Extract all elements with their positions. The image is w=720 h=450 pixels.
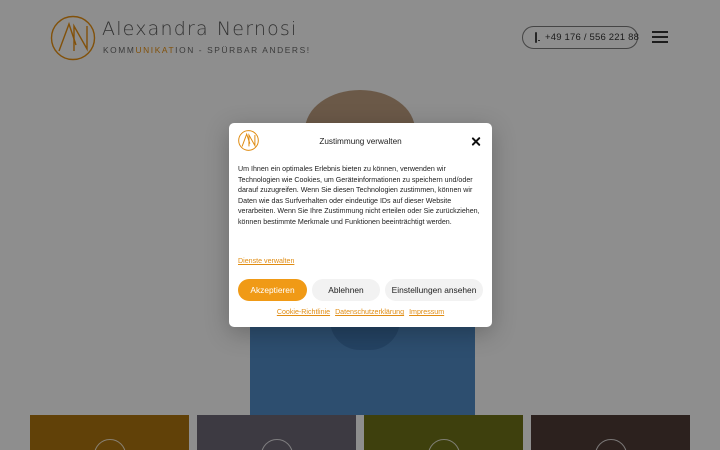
consent-description: Um Ihnen ein optimales Erlebnis bieten z… bbox=[238, 165, 480, 226]
manage-services-link[interactable]: Dienste verwalten bbox=[238, 257, 294, 265]
close-icon[interactable] bbox=[470, 136, 482, 148]
deny-button[interactable]: Ablehnen bbox=[312, 279, 380, 301]
accept-button[interactable]: Akzeptieren bbox=[238, 279, 307, 301]
dialog-title: Zustimmung verwalten bbox=[319, 137, 402, 146]
cookie-consent-dialog: Zustimmung verwalten Um Ihnen ein optima… bbox=[229, 123, 492, 327]
privacy-policy-link[interactable]: Datenschutzerklärung bbox=[335, 308, 404, 316]
consent-footer-links: Cookie-Richtlinie Datenschutzerklärung I… bbox=[229, 308, 492, 316]
view-settings-button[interactable]: Einstellungen ansehen bbox=[385, 279, 483, 301]
imprint-link[interactable]: Impressum bbox=[409, 308, 444, 316]
cookie-policy-link[interactable]: Cookie-Richtlinie bbox=[277, 308, 330, 316]
